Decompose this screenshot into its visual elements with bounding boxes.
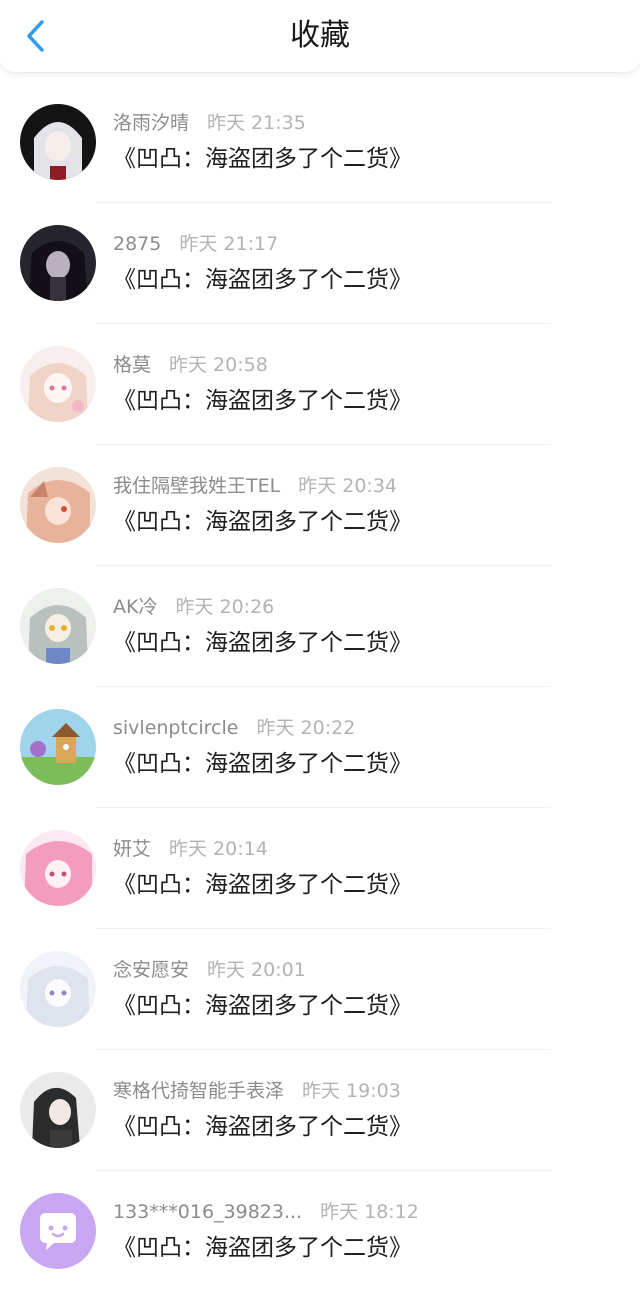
avatar[interactable] bbox=[20, 588, 96, 664]
message-text: 《凹凸：海盗团多了个二货》 bbox=[113, 267, 412, 293]
item-meta: AK冷 昨天 20:26 bbox=[113, 594, 274, 620]
list-item[interactable]: 我住隔壁我姓王TEL 昨天 20:34 《凹凸：海盗团多了个二货》 bbox=[0, 445, 640, 566]
item-meta: 念安愿安 昨天 20:01 bbox=[113, 957, 306, 983]
avatar[interactable] bbox=[20, 951, 96, 1027]
avatar[interactable] bbox=[20, 1193, 96, 1269]
list-item[interactable]: AK冷 昨天 20:26 《凹凸：海盗团多了个二货》 bbox=[0, 566, 640, 687]
message-text: 《凹凸：海盗团多了个二货》 bbox=[113, 388, 412, 414]
item-meta: 2875 昨天 21:17 bbox=[113, 231, 278, 257]
timestamp: 昨天 20:26 bbox=[175, 596, 275, 618]
message-text: 《凹凸：海盗团多了个二货》 bbox=[113, 1114, 412, 1140]
list-item[interactable]: 念安愿安 昨天 20:01 《凹凸：海盗团多了个二货》 bbox=[0, 929, 640, 1050]
message-text: 《凹凸：海盗团多了个二货》 bbox=[113, 993, 412, 1019]
user-name[interactable]: 格莫 bbox=[113, 354, 151, 376]
message-text: 《凹凸：海盗团多了个二货》 bbox=[113, 509, 412, 535]
timestamp: 昨天 20:58 bbox=[169, 354, 268, 376]
message-text: 《凹凸：海盗团多了个二货》 bbox=[113, 630, 412, 656]
timestamp: 昨天 20:34 bbox=[298, 475, 397, 497]
avatar[interactable] bbox=[20, 1072, 96, 1148]
list-item[interactable]: 洛雨汐晴 昨天 21:35 《凹凸：海盗团多了个二货》 bbox=[0, 82, 640, 203]
user-name[interactable]: 我住隔壁我姓王TEL bbox=[113, 475, 280, 497]
item-meta: 寒格代掎智能手表泽 昨天 19:03 bbox=[113, 1078, 401, 1104]
message-text: 《凹凸：海盗团多了个二货》 bbox=[113, 1235, 412, 1261]
timestamp: 昨天 18:12 bbox=[320, 1201, 419, 1223]
timestamp: 昨天 19:03 bbox=[302, 1080, 401, 1102]
list-item[interactable]: 寒格代掎智能手表泽 昨天 19:03 《凹凸：海盗团多了个二货》 bbox=[0, 1050, 640, 1171]
user-name[interactable]: 洛雨汐晴 bbox=[113, 112, 189, 134]
user-name[interactable]: AK冷 bbox=[113, 596, 157, 618]
item-meta: 我住隔壁我姓王TEL 昨天 20:34 bbox=[113, 473, 397, 499]
favorites-list: 洛雨汐晴 昨天 21:35 《凹凸：海盗团多了个二货》 2875 昨天 21:17 … bbox=[0, 82, 640, 1292]
item-meta: 格莫 昨天 20:58 bbox=[113, 352, 268, 378]
message-text: 《凹凸：海盗团多了个二货》 bbox=[113, 872, 412, 898]
timestamp: 昨天 20:14 bbox=[169, 838, 268, 860]
avatar[interactable] bbox=[20, 104, 96, 180]
item-meta: sivlenptcircle 昨天 20:22 bbox=[113, 715, 355, 741]
list-item[interactable]: 2875 昨天 21:17 《凹凸：海盗团多了个二货》 bbox=[0, 203, 640, 324]
user-name[interactable]: 2875 bbox=[113, 233, 161, 255]
avatar[interactable] bbox=[20, 830, 96, 906]
message-text: 《凹凸：海盗团多了个二货》 bbox=[113, 146, 412, 172]
item-meta: 洛雨汐晴 昨天 21:35 bbox=[113, 110, 306, 136]
list-item[interactable]: 格莫 昨天 20:58 《凹凸：海盗团多了个二货》 bbox=[0, 324, 640, 445]
timestamp: 昨天 20:22 bbox=[256, 717, 356, 739]
list-item[interactable]: 133***016_39823... 昨天 18:12 《凹凸：海盗团多了个二货》 bbox=[0, 1171, 640, 1292]
avatar[interactable] bbox=[20, 467, 96, 543]
timestamp: 昨天 21:17 bbox=[179, 233, 279, 255]
user-name[interactable]: sivlenptcircle bbox=[113, 717, 238, 739]
avatar[interactable] bbox=[20, 709, 96, 785]
timestamp: 昨天 20:01 bbox=[207, 959, 306, 981]
top-bar: 收藏 bbox=[0, 0, 640, 73]
user-name[interactable]: 133***016_39823... bbox=[113, 1201, 302, 1223]
user-name[interactable]: 念安愿安 bbox=[113, 959, 189, 981]
item-meta: 妍艾 昨天 20:14 bbox=[113, 836, 268, 862]
avatar[interactable] bbox=[20, 346, 96, 422]
timestamp: 昨天 21:35 bbox=[207, 112, 306, 134]
message-text: 《凹凸：海盗团多了个二货》 bbox=[113, 751, 412, 777]
item-meta: 133***016_39823... 昨天 18:12 bbox=[113, 1199, 419, 1225]
page-title: 收藏 bbox=[290, 18, 350, 53]
list-item[interactable]: sivlenptcircle 昨天 20:22 《凹凸：海盗团多了个二货》 bbox=[0, 687, 640, 808]
user-name[interactable]: 寒格代掎智能手表泽 bbox=[113, 1080, 284, 1102]
list-item[interactable]: 妍艾 昨天 20:14 《凹凸：海盗团多了个二货》 bbox=[0, 808, 640, 929]
avatar[interactable] bbox=[20, 225, 96, 301]
user-name[interactable]: 妍艾 bbox=[113, 838, 151, 860]
